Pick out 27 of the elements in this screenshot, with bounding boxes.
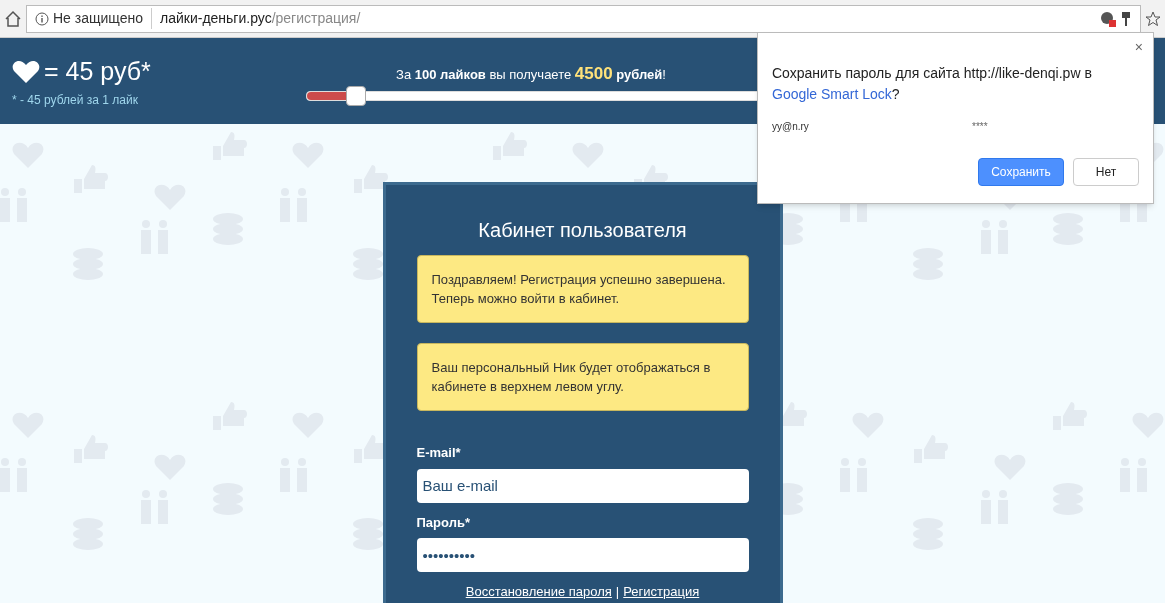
link-separator: | [615, 583, 620, 601]
security-label: Не защищено [53, 8, 152, 29]
star-icon[interactable] [1145, 10, 1161, 27]
address-bar[interactable]: Не защищено лайки-деньги.рус/регистрация/ [26, 4, 1141, 33]
email-field[interactable]: Ваш e-mail [416, 468, 749, 503]
decline-button[interactable]: Нет [1073, 158, 1139, 186]
url-text: лайки-деньги.рус/регистрация/ [159, 9, 361, 28]
password-field[interactable]: •••••••••• [416, 538, 749, 572]
field-label: Пароль* [416, 513, 471, 532]
info-icon[interactable] [35, 11, 49, 26]
footer-link[interactable]: Восстановление пароля [465, 582, 612, 602]
field-label: E-mail* [416, 444, 462, 462]
notice-message: Ваш персональный Ник будет отображаться в кабинете в верхнем левом углу. [416, 343, 749, 411]
slider-caption: За 100 лайков вы получаете 4500 рублей! [395, 63, 667, 86]
rate-note: * - 45 рублей за 1 лайк [12, 91, 139, 109]
home-icon[interactable] [4, 9, 22, 28]
heart-icon [12, 60, 40, 84]
slider-handle[interactable] [345, 85, 366, 106]
popup-message: Сохранить пароль для сайта http://like-denqi.pw в Google Smart Lock? [772, 64, 1093, 104]
card-title: Кабинет пользователя [477, 218, 688, 243]
notice-message: Поздравляем! Регистрация успешно завершена. Теперь можно войти в кабинет. [416, 255, 749, 323]
saved-password: **** [972, 120, 988, 134]
smart-lock-link[interactable]: Google Smart Lock [772, 86, 892, 102]
close-icon[interactable]: × [1134, 37, 1143, 58]
footer-link[interactable]: Регистрация [623, 582, 700, 602]
saved-username: yy@n.ry [772, 120, 810, 134]
rate-text: = 45 руб* [44, 56, 151, 88]
